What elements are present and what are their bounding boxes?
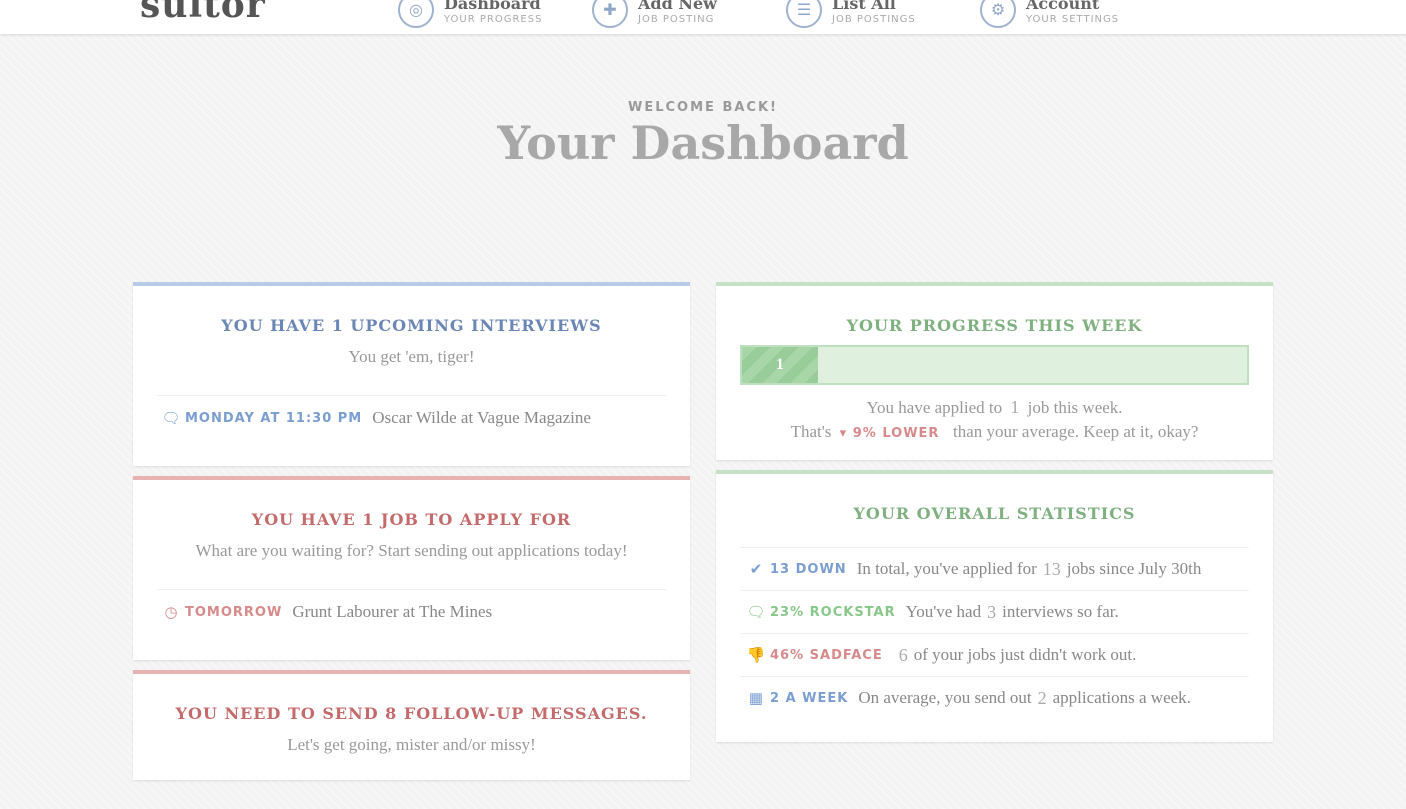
stat-tag: 2 A WEEK xyxy=(770,690,849,706)
page-title: Your Dashboard xyxy=(497,116,909,170)
stats-heading: YOUR OVERALL STATISTICS xyxy=(853,504,1136,523)
progress-bar-fill: 1 xyxy=(742,347,818,383)
nav-subtitle: JOB POSTING xyxy=(638,13,715,25)
stat-tag: 13 DOWN xyxy=(770,561,847,577)
interview-item[interactable]: 🗨 MONDAY AT 11:30 PM Oscar Wilde at Vagu… xyxy=(133,396,690,440)
nav-title: Add New xyxy=(638,0,717,13)
stats-list: ✔ 13 DOWN In total, you've applied for 1… xyxy=(716,547,1273,719)
logo[interactable]: suitor xyxy=(140,0,266,26)
clock-icon: ◷ xyxy=(164,604,178,621)
progress-heading: YOUR PROGRESS THIS WEEK xyxy=(846,316,1143,335)
settings-icon: ⚙ xyxy=(980,0,1016,28)
nav-title: Dashboard xyxy=(444,0,541,13)
stat-text-a: On average, you send out xyxy=(858,688,1032,707)
progress-line2-a: That's xyxy=(790,422,832,441)
list-icon: ☰ xyxy=(786,0,822,28)
stat-text-a: In total, you've applied for xyxy=(856,559,1037,578)
stat-rejected: 👎 46% SADFACE 6 of your jobs just didn't… xyxy=(740,633,1249,676)
nav-item-dashboard[interactable]: ◎ Dashboard YOUR PROGRESS xyxy=(398,0,542,28)
apply-text: Grunt Labourer at The Mines xyxy=(292,602,493,621)
top-navigation-bar: suitor ◎ Dashboard YOUR PROGRESS ✚ Add N… xyxy=(0,0,1406,34)
followups-subtitle: Let's get going, mister and/or missy! xyxy=(287,735,536,754)
chat-icon: 🗨 xyxy=(161,410,181,427)
nav-item-add-new[interactable]: ✚ Add New JOB POSTING xyxy=(592,0,717,28)
lower-badge: ▾ 9% LOWER xyxy=(840,426,945,441)
stat-interviews: 🗨 23% ROCKSTAR You've had 3 interviews s… xyxy=(740,590,1249,633)
apply-card: YOU HAVE 1 JOB TO APPLY FOR What are you… xyxy=(133,476,690,660)
stat-text-b: of your jobs just didn't work out. xyxy=(913,645,1137,664)
stat-number: 6 xyxy=(898,644,908,665)
interview-when: MONDAY AT 11:30 PM xyxy=(185,410,363,426)
progress-line1-a: You have applied to xyxy=(866,398,1003,417)
down-arrow-icon: ▾ xyxy=(839,426,848,441)
nav-subtitle: JOB POSTINGS xyxy=(832,13,916,25)
nav-title: Account xyxy=(1026,0,1100,13)
stat-number: 13 xyxy=(1042,558,1061,579)
progress-bar-label: 1 xyxy=(775,356,784,373)
apply-subtitle: What are you waiting for? Start sending … xyxy=(195,541,628,560)
followups-heading: YOU NEED TO SEND 8 FOLLOW-UP MESSAGES. xyxy=(175,704,648,723)
progress-bar: 1 xyxy=(740,345,1249,385)
interviews-card: YOU HAVE 1 UPCOMING INTERVIEWS You get '… xyxy=(133,282,690,466)
stats-card: YOUR OVERALL STATISTICS ✔ 13 DOWN In tot… xyxy=(716,470,1273,742)
stat-text-b: applications a week. xyxy=(1052,688,1191,707)
welcome-text: WELCOME BACK! xyxy=(628,100,778,115)
stat-number: 3 xyxy=(987,601,997,622)
stat-text-b: interviews so far. xyxy=(1002,602,1119,621)
nav-subtitle: YOUR PROGRESS xyxy=(444,13,543,25)
lower-badge-text: 9% LOWER xyxy=(852,426,940,441)
thumbs-down-icon: 👎 xyxy=(746,647,766,664)
nav-item-account[interactable]: ⚙ Account YOUR SETTINGS xyxy=(980,0,1119,28)
stat-weekly: ▦ 2 A WEEK On average, you send out 2 ap… xyxy=(740,676,1249,719)
apply-item[interactable]: ◷ TOMORROW Grunt Labourer at The Mines xyxy=(133,590,690,634)
stat-applied: ✔ 13 DOWN In total, you've applied for 1… xyxy=(740,547,1249,590)
apply-heading: YOU HAVE 1 JOB TO APPLY FOR xyxy=(251,510,572,529)
plus-icon: ✚ xyxy=(592,0,628,28)
progress-line1-b: job this week. xyxy=(1027,398,1123,417)
progress-summary: You have applied to 1 job this week. Tha… xyxy=(716,395,1273,446)
nav-subtitle: YOUR SETTINGS xyxy=(1026,13,1120,25)
progress-card: YOUR PROGRESS THIS WEEK 1 You have appli… xyxy=(716,282,1273,460)
stat-tag: 46% SADFACE xyxy=(770,647,883,663)
stat-text-a: You've had xyxy=(905,602,982,621)
stat-text-b: jobs since July 30th xyxy=(1066,559,1202,578)
progress-line2-b: than your average. Keep at it, okay? xyxy=(952,422,1199,441)
progress-line1-number: 1 xyxy=(1010,397,1020,417)
dashboard-icon: ◎ xyxy=(398,0,434,28)
interviews-subtitle: You get 'em, tiger! xyxy=(348,347,475,366)
nav-title: List All xyxy=(832,0,896,13)
interviews-heading: YOU HAVE 1 UPCOMING INTERVIEWS xyxy=(221,316,602,335)
stat-number: 2 xyxy=(1037,687,1047,708)
calendar-icon: ▦ xyxy=(748,690,764,707)
apply-when: TOMORROW xyxy=(185,604,283,620)
stat-tag: 23% ROCKSTAR xyxy=(770,604,896,620)
nav-item-list-all[interactable]: ☰ List All JOB POSTINGS xyxy=(786,0,916,28)
followups-card: YOU NEED TO SEND 8 FOLLOW-UP MESSAGES. L… xyxy=(133,670,690,780)
chat-icon: 🗨 xyxy=(746,604,766,621)
check-icon: ✔ xyxy=(749,561,763,578)
interview-text: Oscar Wilde at Vague Magazine xyxy=(372,408,591,427)
